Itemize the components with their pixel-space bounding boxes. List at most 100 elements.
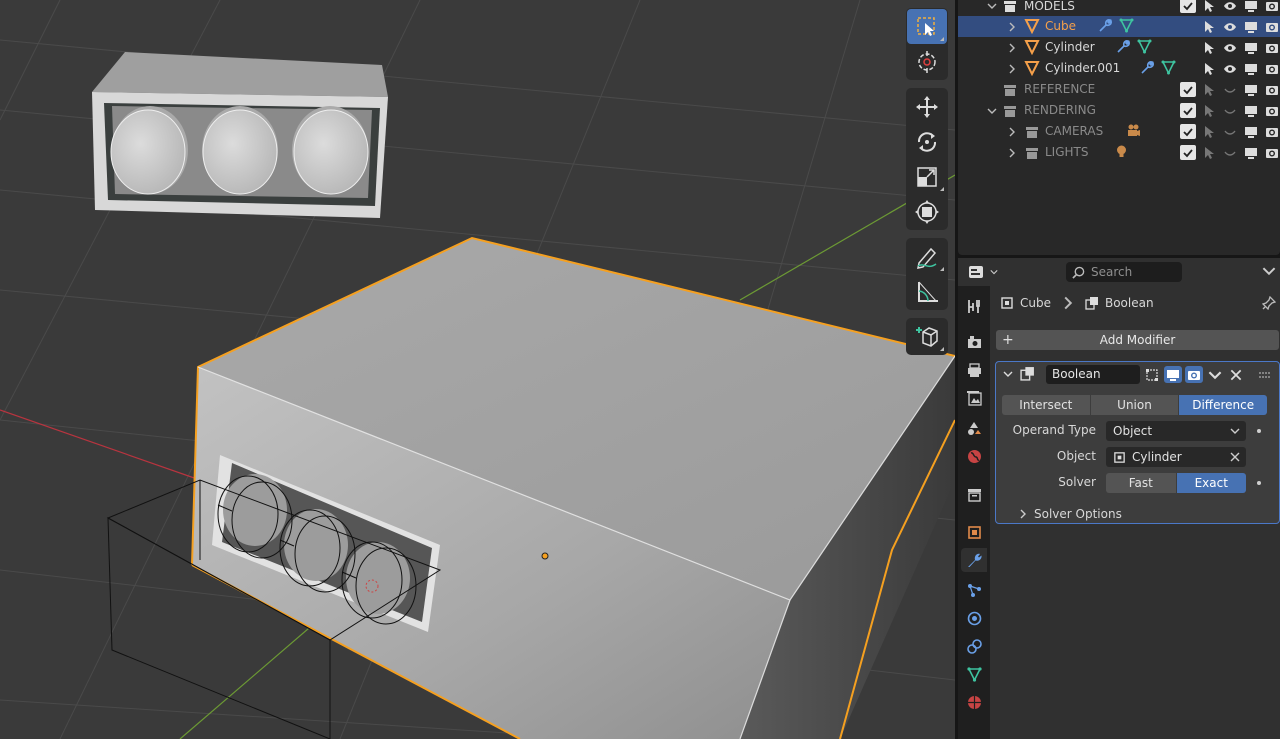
tab-render[interactable] — [961, 330, 987, 354]
operation-difference-button[interactable]: Difference — [1179, 395, 1268, 415]
camera-icon[interactable] — [1264, 82, 1280, 97]
outliner-row-cameras[interactable]: CAMERAS — [958, 121, 1280, 142]
select-arrow-icon[interactable] — [1201, 0, 1217, 13]
solver-exact-button[interactable]: Exact — [1176, 473, 1246, 493]
eye-icon[interactable] — [1222, 40, 1238, 55]
pin-icon[interactable] — [1262, 296, 1276, 310]
clear-icon[interactable] — [1229, 451, 1241, 463]
monitor-icon[interactable] — [1243, 124, 1259, 139]
tab-material[interactable] — [961, 690, 987, 714]
chevron-right-icon[interactable] — [1006, 126, 1018, 138]
chevron-down-icon[interactable] — [1003, 369, 1013, 379]
mesh-data-icon[interactable] — [1137, 39, 1152, 54]
3d-viewport[interactable] — [0, 0, 955, 739]
monitor-icon[interactable] — [1243, 19, 1259, 34]
select-arrow-icon[interactable] — [1201, 40, 1217, 55]
tab-tool[interactable] — [961, 294, 987, 318]
properties-search-input[interactable]: Search — [1066, 262, 1182, 282]
select-arrow-icon[interactable] — [1201, 19, 1217, 34]
select-arrow-icon[interactable] — [1201, 124, 1217, 139]
outliner-row-lights[interactable]: LIGHTS — [958, 142, 1280, 163]
editor-type-menu[interactable] — [968, 263, 1000, 281]
outliner-row-cylinder[interactable]: Cylinder — [958, 37, 1280, 58]
chevron-down-icon[interactable] — [1262, 264, 1276, 278]
wrench-icon[interactable] — [1116, 39, 1131, 54]
select-arrow-icon[interactable] — [1201, 61, 1217, 76]
checkbox-icon[interactable] — [1180, 82, 1196, 97]
tab-scene[interactable] — [961, 416, 987, 440]
rotate-tool[interactable] — [907, 124, 947, 159]
wrench-icon[interactable] — [1140, 60, 1155, 75]
outliner-row-rendering[interactable]: RENDERING — [958, 100, 1280, 121]
modifier-menu-dropdown[interactable] — [1206, 366, 1224, 383]
mesh-data-icon[interactable] — [1161, 60, 1176, 75]
camera-icon[interactable] — [1264, 124, 1280, 139]
eye-closed-icon[interactable] — [1222, 145, 1238, 160]
keyframe-dot[interactable] — [1257, 481, 1261, 485]
tab-data[interactable] — [961, 662, 987, 686]
tab-output[interactable] — [961, 358, 987, 382]
wrench-icon[interactable] — [1098, 18, 1113, 33]
mesh-data-icon[interactable] — [1119, 18, 1134, 33]
chevron-right-icon[interactable] — [1006, 147, 1018, 159]
camera-icon[interactable] — [1264, 103, 1280, 118]
outliner-row-reference[interactable]: REFERENCE — [958, 79, 1280, 100]
add-modifier-button[interactable]: + Add Modifier — [996, 330, 1279, 350]
outliner-row-cube[interactable]: Cube — [958, 16, 1280, 37]
checkbox-icon[interactable] — [1180, 0, 1196, 13]
drag-handle[interactable] — [1256, 366, 1274, 383]
annotate-tool[interactable] — [907, 239, 947, 274]
outliner[interactable]: MODELS Cube Cylinder Cylinder.001 REFERE… — [958, 0, 1280, 255]
eye-icon[interactable] — [1222, 19, 1238, 34]
monitor-icon[interactable] — [1243, 145, 1259, 160]
tab-particles[interactable] — [961, 578, 987, 602]
checkbox-icon[interactable] — [1180, 145, 1196, 160]
monitor-icon[interactable] — [1243, 0, 1259, 13]
modifier-name-field[interactable]: Boolean — [1046, 365, 1140, 384]
remove-modifier-button[interactable] — [1227, 366, 1245, 383]
outliner-row-models[interactable]: MODELS — [958, 0, 1280, 16]
chevron-right-icon[interactable] — [1006, 42, 1018, 54]
tab-constraints[interactable] — [961, 634, 987, 658]
chevron-down-icon[interactable] — [986, 0, 998, 12]
move-tool[interactable] — [907, 89, 947, 124]
checkbox-icon[interactable] — [1180, 124, 1196, 139]
measure-tool[interactable] — [907, 274, 947, 309]
eye-closed-icon[interactable] — [1222, 103, 1238, 118]
tab-view-layer[interactable] — [961, 386, 987, 410]
camera-icon[interactable] — [1264, 19, 1280, 34]
select-arrow-icon[interactable] — [1201, 145, 1217, 160]
camera-icon[interactable] — [1264, 40, 1280, 55]
scale-tool[interactable] — [907, 159, 947, 194]
tab-physics[interactable] — [961, 606, 987, 630]
monitor-icon[interactable] — [1243, 82, 1259, 97]
solver-fast-button[interactable]: Fast — [1106, 473, 1177, 493]
select-arrow-icon[interactable] — [1201, 82, 1217, 97]
tab-collection[interactable] — [961, 482, 987, 506]
checkbox-icon[interactable] — [1180, 103, 1196, 118]
edit-mode-toggle[interactable] — [1143, 366, 1161, 383]
eye-icon[interactable] — [1222, 61, 1238, 76]
chevron-right-icon[interactable] — [1006, 63, 1018, 75]
eye-closed-icon[interactable] — [1222, 124, 1238, 139]
tab-world[interactable] — [961, 444, 987, 468]
camera-icon[interactable] — [1264, 0, 1280, 13]
eye-icon[interactable] — [1222, 0, 1238, 13]
keyframe-dot[interactable] — [1257, 429, 1261, 433]
solver-options-subpanel[interactable]: Solver Options — [1018, 507, 1122, 521]
tab-modifiers[interactable] — [961, 548, 987, 572]
operation-intersect-button[interactable]: Intersect — [1002, 395, 1091, 415]
outliner-row-cylinder-001[interactable]: Cylinder.001 — [958, 58, 1280, 79]
monitor-icon[interactable] — [1243, 103, 1259, 118]
tab-object[interactable] — [961, 520, 987, 544]
eye-closed-icon[interactable] — [1222, 82, 1238, 97]
operation-union-button[interactable]: Union — [1090, 395, 1180, 415]
transform-tool[interactable] — [907, 194, 947, 229]
monitor-icon[interactable] — [1243, 40, 1259, 55]
object-field[interactable]: Cylinder — [1106, 447, 1246, 467]
camera-icon[interactable] — [1264, 145, 1280, 160]
add-cube-tool[interactable] — [907, 319, 947, 354]
render-toggle[interactable] — [1185, 366, 1203, 383]
cursor-tool[interactable] — [907, 44, 947, 79]
monitor-icon[interactable] — [1243, 61, 1259, 76]
